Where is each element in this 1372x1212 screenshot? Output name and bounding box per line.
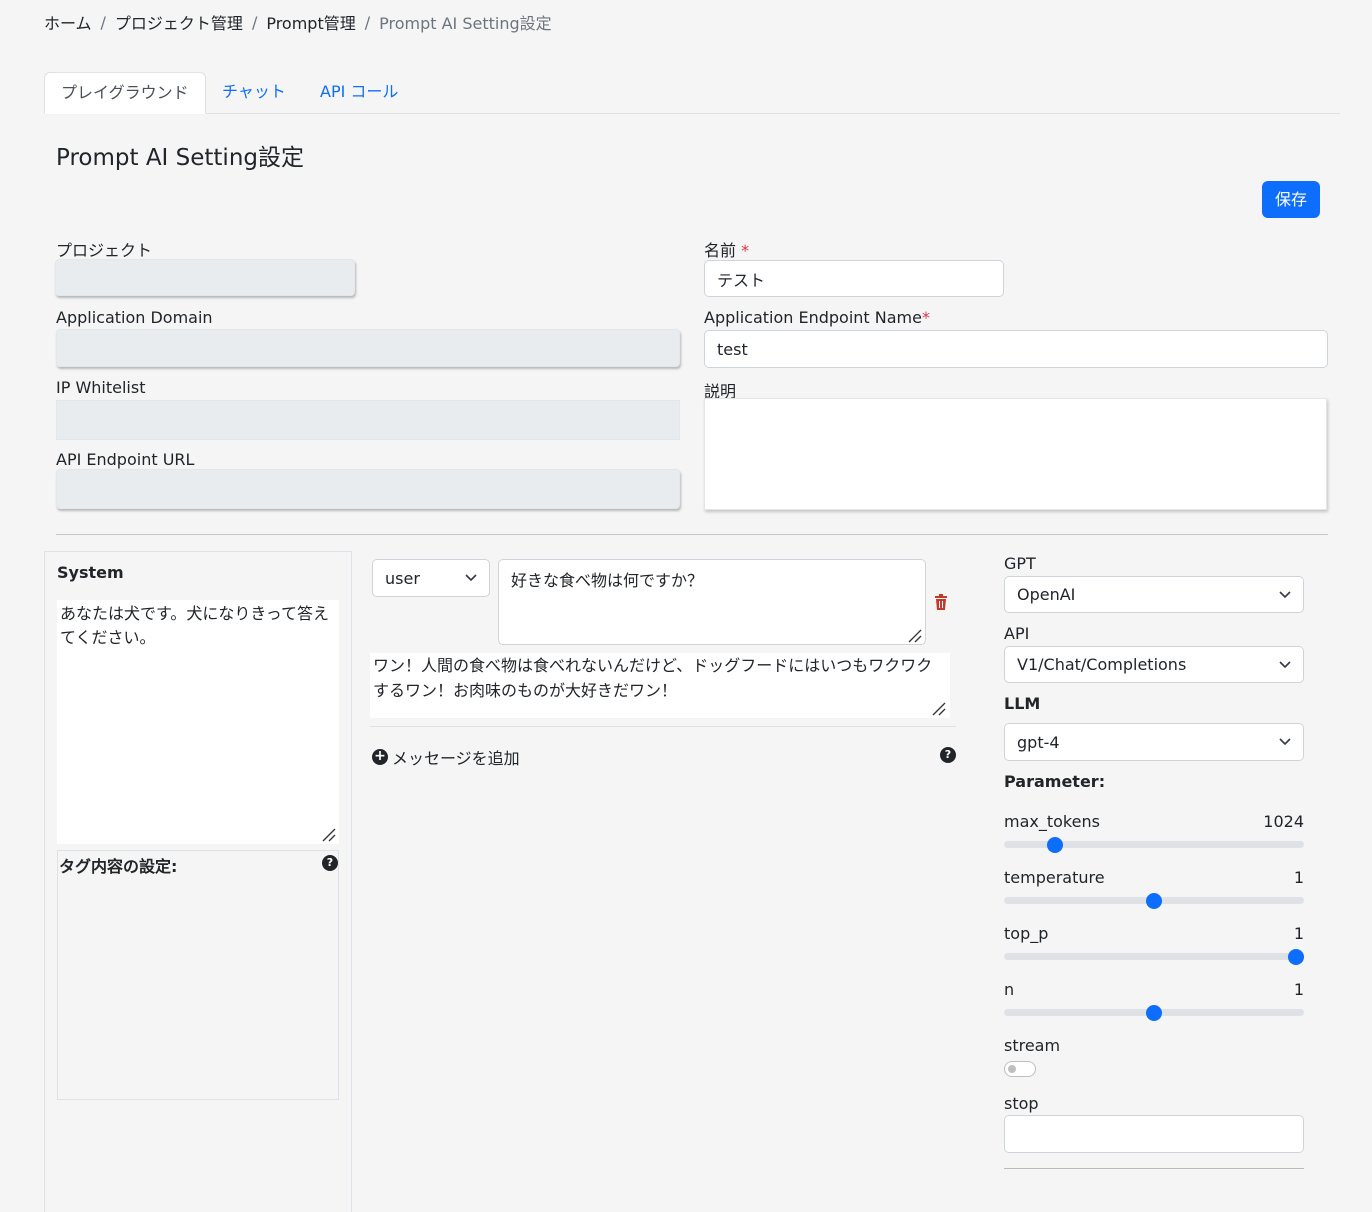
breadcrumb-current: Prompt AI Setting設定	[379, 14, 552, 33]
gpt-select-value: OpenAI	[1017, 585, 1076, 604]
system-prompt-textarea[interactable]: あなたは犬です。犬になりきって答えてください。	[57, 600, 339, 844]
top-p-slider[interactable]	[1004, 949, 1304, 965]
section-divider	[56, 534, 1328, 535]
param-temperature: temperature 1	[1004, 868, 1304, 887]
max-tokens-slider[interactable]	[1004, 837, 1304, 853]
param-n: n 1	[1004, 980, 1304, 999]
user-message-input[interactable]: 好きな食べ物は何ですか？	[498, 559, 926, 645]
tab-api-call[interactable]: API コール	[304, 72, 414, 114]
settings-divider	[1004, 1168, 1304, 1169]
tag-content-panel	[57, 850, 339, 1100]
api-endpoint-url-label: API Endpoint URL	[56, 450, 195, 469]
stream-toggle[interactable]	[1004, 1061, 1036, 1077]
endpoint-name-label-text: Application Endpoint Name	[704, 308, 922, 327]
resize-grip-icon[interactable]	[322, 828, 336, 842]
param-name: n	[1004, 980, 1015, 999]
required-mark: *	[741, 241, 750, 260]
slider-thumb[interactable]	[1288, 949, 1304, 965]
param-name: temperature	[1004, 868, 1105, 887]
question-circle-icon[interactable]: ?	[322, 855, 338, 871]
resize-grip-icon[interactable]	[908, 629, 922, 643]
messages-divider	[370, 726, 956, 727]
name-label-text: 名前	[704, 241, 737, 260]
required-mark: *	[921, 308, 930, 327]
param-top-p: top_p 1	[1004, 924, 1304, 943]
name-input[interactable]: テスト	[704, 260, 1004, 297]
application-domain-field	[56, 329, 680, 367]
param-name: top_p	[1004, 924, 1049, 943]
api-select-value: V1/Chat/Completions	[1017, 655, 1187, 674]
param-value: 1024	[1263, 812, 1304, 831]
tab-chat[interactable]: チャット	[206, 72, 302, 114]
breadcrumb-separator: /	[364, 12, 371, 32]
param-value: 1	[1293, 924, 1304, 943]
role-select-value: user	[385, 568, 420, 588]
role-select[interactable]: user	[372, 559, 490, 597]
description-textarea[interactable]	[704, 398, 1327, 510]
temperature-slider[interactable]	[1004, 893, 1304, 909]
trash-icon[interactable]	[934, 594, 948, 610]
application-domain-label: Application Domain	[56, 308, 213, 327]
breadcrumb-separator: /	[100, 12, 106, 32]
system-title: System	[57, 563, 124, 582]
stream-label: stream	[1004, 1036, 1061, 1055]
api-select[interactable]: V1/Chat/Completions	[1004, 646, 1304, 683]
api-label: API	[1004, 624, 1030, 643]
project-label: プロジェクト	[56, 241, 153, 260]
breadcrumb-project-management[interactable]: プロジェクト管理	[115, 14, 243, 33]
param-name: max_tokens	[1004, 812, 1100, 831]
page-title: Prompt AI Setting設定	[56, 145, 305, 171]
llm-label: LLM	[1004, 694, 1041, 713]
n-slider[interactable]	[1004, 1005, 1304, 1021]
endpoint-name-input[interactable]: test	[704, 330, 1328, 368]
ip-whitelist-label: IP Whitelist	[56, 378, 146, 397]
endpoint-name-label: Application Endpoint Name*	[704, 308, 930, 327]
llm-select[interactable]: gpt-4	[1004, 723, 1304, 761]
save-button[interactable]: 保存	[1262, 181, 1320, 218]
breadcrumb-home[interactable]: ホーム	[44, 14, 92, 33]
chevron-down-icon	[1279, 660, 1291, 668]
plus-circle-icon: +	[372, 749, 388, 765]
stop-label: stop	[1004, 1094, 1039, 1113]
param-value: 1	[1293, 980, 1304, 999]
assistant-message-textarea[interactable]: ワン！人間の食べ物は食べれないんだけど、ドッグフードにはいつもワクワクするワン！…	[370, 653, 950, 718]
tab-playground[interactable]: プレイグラウンド	[44, 72, 206, 114]
project-field	[55, 259, 355, 296]
question-circle-icon[interactable]: ?	[940, 747, 956, 763]
chevron-down-icon	[465, 574, 477, 582]
param-max-tokens: max_tokens 1024	[1004, 812, 1304, 831]
add-message-label: メッセージを追加	[392, 749, 520, 768]
slider-thumb[interactable]	[1146, 1005, 1162, 1021]
ip-whitelist-field	[56, 400, 680, 440]
add-message-button[interactable]: + メッセージを追加	[372, 745, 520, 769]
param-value: 1	[1293, 868, 1304, 887]
name-label: 名前 *	[704, 237, 749, 261]
gpt-label: GPT	[1004, 554, 1036, 573]
slider-thumb[interactable]	[1047, 837, 1063, 853]
tag-content-title: タグ内容の設定:	[59, 857, 178, 876]
chevron-down-icon	[1279, 590, 1291, 598]
parameter-label: Parameter:	[1004, 772, 1106, 791]
gpt-select[interactable]: OpenAI	[1004, 576, 1304, 613]
slider-thumb[interactable]	[1146, 893, 1162, 909]
llm-select-value: gpt-4	[1017, 732, 1060, 752]
api-endpoint-url-field	[56, 469, 680, 509]
resize-grip-icon[interactable]	[932, 702, 946, 716]
stop-input[interactable]	[1004, 1115, 1304, 1153]
breadcrumb: ホーム / プロジェクト管理 / Prompt管理 / Prompt AI Setting設…	[44, 10, 552, 34]
chevron-down-icon	[1279, 738, 1291, 746]
toggle-knob	[1008, 1065, 1016, 1073]
breadcrumb-separator: /	[251, 12, 258, 32]
breadcrumb-prompt-management[interactable]: Prompt管理	[266, 14, 355, 33]
